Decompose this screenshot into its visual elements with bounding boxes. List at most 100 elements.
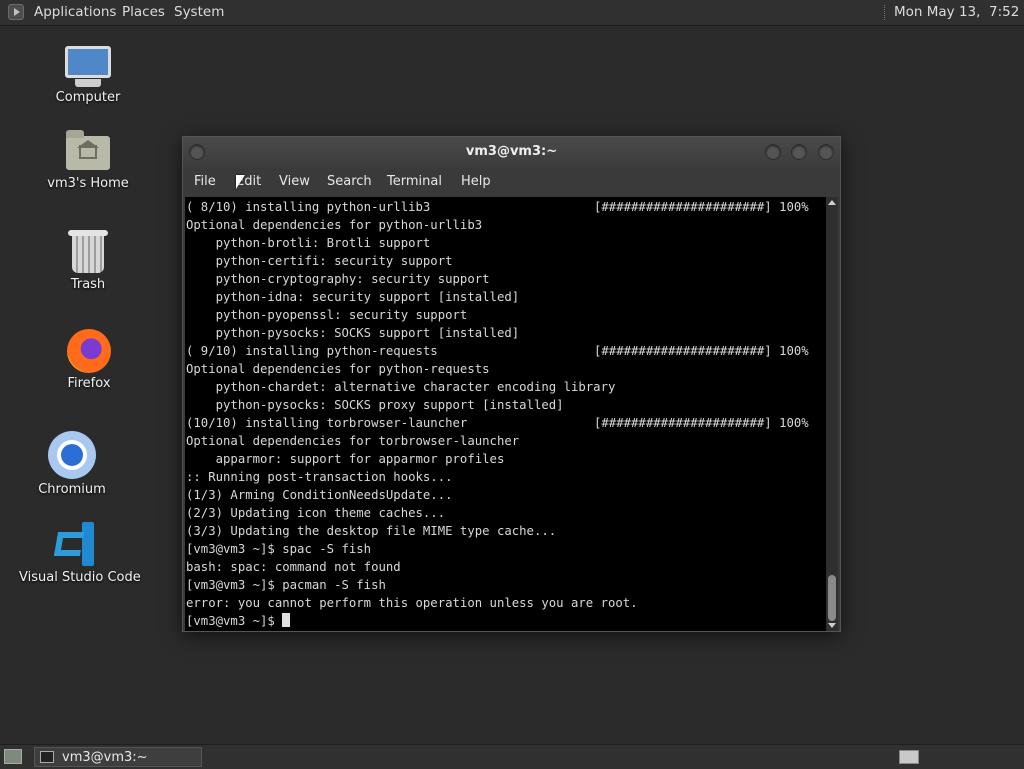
terminal-line-text: (1/3) Arming ConditionNeedsUpdate... — [186, 488, 453, 502]
scroll-thumb[interactable] — [828, 575, 836, 621]
terminal-line-text: [vm3@vm3 ~]$ spac -S fish — [186, 542, 372, 556]
terminal-line-text: ( 9/10) installing python-requests — [186, 344, 438, 358]
terminal-line-text: :: Running post-transaction hooks... — [186, 470, 453, 484]
terminal-line: python-pysocks: SOCKS proxy support [ins… — [186, 396, 826, 414]
terminal-line-text: (2/3) Updating icon theme caches... — [186, 506, 446, 520]
terminal-menubar: File Edit View Search Terminal Help — [183, 167, 840, 197]
window-titlebar[interactable]: vm3@vm3:~ — [183, 137, 840, 167]
terminal-line-text: (10/10) installing torbrowser-launcher — [186, 416, 468, 430]
close-button[interactable] — [818, 144, 834, 160]
terminal-line-text: [vm3@vm3 ~]$ — [186, 614, 283, 628]
desktop-icon-label: vm3's Home — [47, 176, 129, 191]
menu-view[interactable]: View — [279, 174, 310, 189]
terminal-line: python-idna: security support [installed… — [186, 288, 826, 306]
applications-logo-icon[interactable] — [8, 4, 24, 20]
desktop-icon-label: Trash — [70, 277, 106, 292]
terminal-line: [vm3@vm3 ~]$ pacman -S fish — [186, 576, 826, 594]
terminal-scrollbar[interactable] — [826, 197, 838, 631]
terminal-line: ( 8/10) installing python-urllib3 [######… — [186, 198, 826, 216]
terminal-line: (3/3) Updating the desktop file MIME typ… — [186, 522, 826, 540]
trash-icon — [68, 230, 108, 273]
menu-search[interactable]: Search — [327, 174, 372, 189]
terminal-line-text: (3/3) Updating the desktop file MIME typ… — [186, 524, 557, 538]
terminal-line-text: python-idna: security support [installed… — [186, 290, 520, 304]
bottom-panel: vm3@vm3:~ — [0, 744, 1024, 769]
text-cursor — [282, 613, 291, 627]
applications-menu[interactable]: Applications — [34, 0, 116, 25]
terminal-line-text: ( 8/10) installing python-urllib3 — [186, 200, 431, 214]
progress-bar-text: [######################] 100% — [594, 344, 809, 358]
terminal-line: python-chardet: alternative character en… — [186, 378, 826, 396]
progress-bar-text: [######################] 100% — [594, 416, 809, 430]
desktop-icon-vscode[interactable]: Visual Studio Code — [19, 522, 141, 585]
chromium-icon — [48, 431, 96, 479]
terminal-line: error: you cannot perform this operation… — [186, 594, 826, 612]
terminal-line: Optional dependencies for torbrowser-lau… — [186, 432, 826, 450]
desktop-icon-firefox[interactable]: Firefox — [34, 329, 144, 391]
window-title: vm3@vm3:~ — [465, 144, 558, 159]
clock[interactable]: Mon May 13, 7:52 PM — [894, 0, 1024, 25]
terminal-line-text: Optional dependencies for python-request… — [186, 362, 490, 376]
terminal-line: python-certifi: security support — [186, 252, 826, 270]
taskbar-item-label: vm3@vm3:~ — [62, 750, 148, 765]
scroll-up-arrow-icon[interactable] — [828, 200, 836, 205]
terminal-line-text: python-brotli: Brotli support — [186, 236, 431, 250]
panel-separator — [884, 5, 887, 20]
terminal-line: [vm3@vm3 ~]$ spac -S fish — [186, 540, 826, 558]
computer-icon — [65, 46, 111, 87]
desktop-icon-label: Firefox — [67, 376, 111, 391]
terminal-line-text: python-pyopenssl: security support — [186, 308, 468, 322]
terminal-line: Optional dependencies for python-urllib3 — [186, 216, 826, 234]
home-folder-icon — [66, 130, 110, 170]
menu-terminal[interactable]: Terminal — [387, 174, 442, 189]
terminal-line-text: python-pysocks: SOCKS proxy support [ins… — [186, 398, 564, 412]
top-panel: Applications Places System Mon May 13, 7… — [0, 0, 1024, 26]
minimize-button[interactable] — [765, 144, 781, 160]
vscode-icon — [52, 522, 96, 566]
terminal-output[interactable]: ( 8/10) installing python-urllib3 [######… — [185, 197, 826, 631]
terminal-line: ( 9/10) installing python-requests [#####… — [186, 342, 826, 360]
mouse-pointer-icon — [236, 175, 245, 189]
terminal-line-text: apparmor: support for apparmor profiles — [186, 452, 505, 466]
terminal-line: (2/3) Updating icon theme caches... — [186, 504, 826, 522]
terminal-line: apparmor: support for apparmor profiles — [186, 450, 826, 468]
terminal-line: python-pyopenssl: security support — [186, 306, 826, 324]
terminal-line-text: [vm3@vm3 ~]$ pacman -S fish — [186, 578, 386, 592]
terminal-line: bash: spac: command not found — [186, 558, 826, 576]
terminal-line-text: error: you cannot perform this operation… — [186, 596, 638, 610]
desktop-icon-chromium[interactable]: Chromium — [17, 431, 127, 497]
terminal-line: :: Running post-transaction hooks... — [186, 468, 826, 486]
terminal-line: Optional dependencies for python-request… — [186, 360, 826, 378]
desktop-icon-label: Chromium — [38, 482, 106, 497]
desktop-icon-label: Visual Studio Code — [19, 570, 141, 585]
terminal-line-text: python-chardet: alternative character en… — [186, 380, 616, 394]
terminal-window[interactable]: vm3@vm3:~ File Edit View Search Terminal… — [182, 136, 841, 632]
terminal-line: (1/3) Arming ConditionNeedsUpdate... — [186, 486, 826, 504]
terminal-line-text: python-certifi: security support — [186, 254, 453, 268]
workspace-switcher[interactable] — [899, 750, 919, 764]
desktop-icon-trash[interactable]: Trash — [33, 230, 143, 292]
desktop-icon-computer[interactable]: Computer — [33, 46, 143, 105]
terminal-line-text: bash: spac: command not found — [186, 560, 401, 574]
taskbar-item-terminal[interactable]: vm3@vm3:~ — [34, 747, 202, 767]
terminal-icon — [40, 751, 54, 763]
terminal-line-text: python-pysocks: SOCKS support [installed… — [186, 326, 520, 340]
terminal-line-text: Optional dependencies for torbrowser-lau… — [186, 434, 520, 448]
menu-file[interactable]: File — [194, 174, 216, 189]
places-menu[interactable]: Places — [122, 0, 165, 25]
progress-bar-text: [######################] 100% — [594, 200, 809, 214]
terminal-line: python-pysocks: SOCKS support [installed… — [186, 324, 826, 342]
firefox-icon — [67, 329, 111, 373]
terminal-line: python-brotli: Brotli support — [186, 234, 826, 252]
menu-help[interactable]: Help — [461, 174, 491, 189]
system-menu[interactable]: System — [174, 0, 224, 25]
show-desktop-icon[interactable] — [4, 749, 22, 764]
desktop-icon-label: Computer — [55, 90, 121, 105]
terminal-line: python-cryptography: security support — [186, 270, 826, 288]
terminal-line: (10/10) installing torbrowser-launcher [#… — [186, 414, 826, 432]
desktop-icon-home[interactable]: vm3's Home — [33, 130, 143, 191]
terminal-line-text: Optional dependencies for python-urllib3 — [186, 218, 483, 232]
terminal-line: [vm3@vm3 ~]$ — [186, 612, 826, 630]
scroll-down-arrow-icon[interactable] — [828, 623, 836, 628]
maximize-button[interactable] — [791, 144, 807, 160]
